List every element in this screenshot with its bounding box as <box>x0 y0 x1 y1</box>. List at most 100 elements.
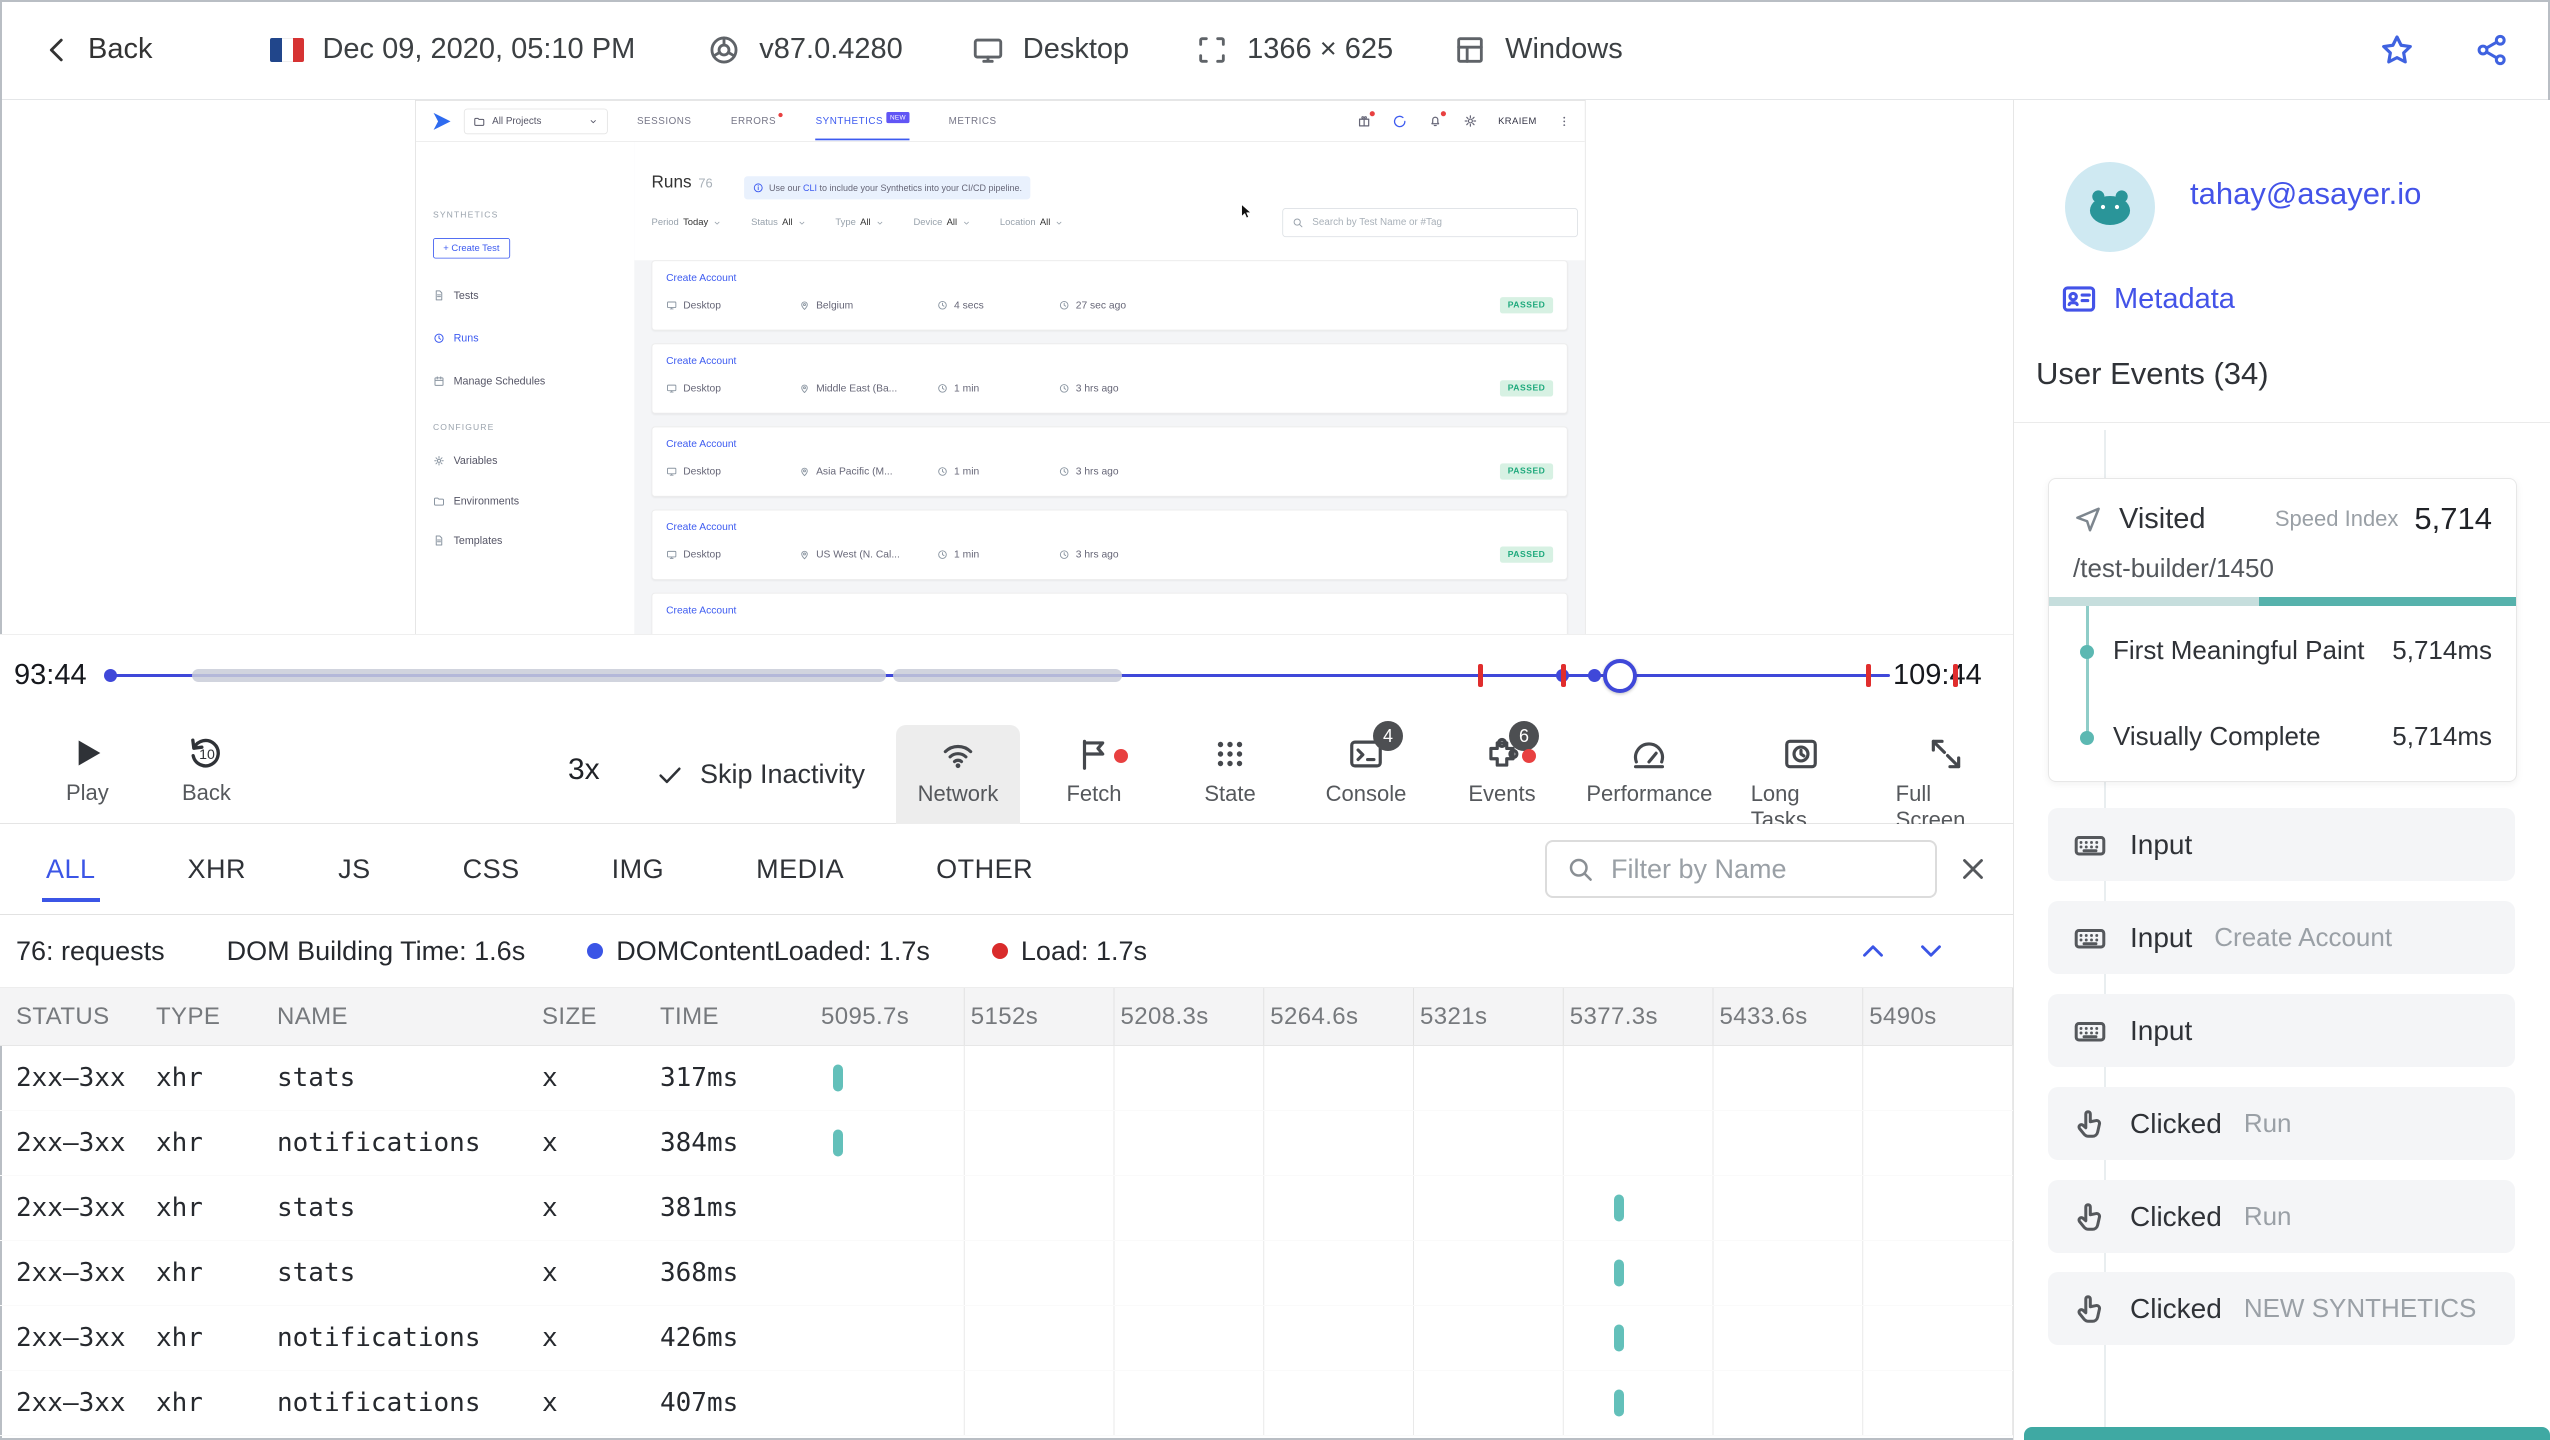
network-row[interactable]: 2xx–3xx xhr stats x 381ms <box>0 1176 2013 1241</box>
metric-row: First Meaningful Paint 5,714ms <box>2113 635 2492 665</box>
clock-icon <box>1059 382 1070 393</box>
filter-box <box>1545 840 1937 898</box>
replay-area: All Projects SESSIONS ERRORS SYNTHETICS N… <box>0 100 2013 635</box>
run-name-link: Create Account <box>666 354 737 367</box>
long-task-clock-icon <box>1782 735 1820 773</box>
resolution-info: 1366 × 625 <box>1195 33 1393 67</box>
back-10s-button[interactable]: Back <box>182 733 231 806</box>
metadata-button[interactable]: Metadata <box>2060 280 2235 318</box>
project-selector: All Projects <box>463 108 608 134</box>
clock-icon <box>1059 549 1070 560</box>
request-timing-bar <box>1614 1259 1625 1287</box>
chevron-down-icon <box>588 116 598 126</box>
app-logo-icon <box>430 109 454 133</box>
play-button[interactable]: Play <box>66 733 109 806</box>
click-hand-icon <box>2072 1291 2108 1327</box>
environments-icon <box>433 495 445 507</box>
recorded-app-sidebar: SYNTHETICS + Create Test Tests Runs Mana… <box>415 141 636 634</box>
tab-other[interactable]: OTHER <box>936 854 1033 885</box>
device-info: Desktop <box>971 33 1129 67</box>
recorded-app-navbar: All Projects SESSIONS ERRORS SYNTHETICS N… <box>415 101 1585 142</box>
user-avatar <box>2065 162 2155 252</box>
tab-js[interactable]: JS <box>338 854 371 885</box>
sidebar-item-runs: Runs <box>433 332 479 344</box>
monitor-icon <box>971 33 1005 67</box>
event-card-clicked[interactable]: Clicked Run <box>2048 1180 2515 1253</box>
requests-count: 76: requests <box>16 935 165 966</box>
jump-up-icon[interactable] <box>1856 934 1890 968</box>
pin-icon <box>799 466 810 477</box>
nav-synthetics: SYNTHETICS NEW <box>815 111 910 140</box>
clock-icon <box>937 549 948 560</box>
close-panel-icon[interactable] <box>1956 852 1990 886</box>
error-marker[interactable] <box>1561 664 1566 687</box>
event-card-input[interactable]: Input <box>2048 808 2515 881</box>
metrics-timeline-line <box>2086 606 2089 744</box>
visited-url: /test-builder/1450 <box>2073 553 2274 583</box>
hippo-avatar-icon <box>2082 179 2138 235</box>
tab-xhr[interactable]: XHR <box>188 854 247 885</box>
speed-index-value: 5,714 <box>2414 501 2492 536</box>
playhead-handle[interactable] <box>1603 659 1637 693</box>
user-email: tahay@asayer.io <box>2190 176 2422 211</box>
skip-inactivity-toggle[interactable]: Skip Inactivity <box>655 759 865 790</box>
visited-event-card[interactable]: Visited Speed Index 5,714 /test-builder/… <box>2048 478 2517 782</box>
request-timing-bar <box>1614 1389 1625 1417</box>
error-marker[interactable] <box>1478 664 1483 687</box>
event-card-clicked[interactable]: Clicked NEW SYNTHETICS <box>2048 1272 2515 1345</box>
dom-content-loaded: DOMContentLoaded: 1.7s <box>587 936 930 967</box>
navigate-arrow-icon <box>2073 504 2103 534</box>
next-event-card-peek[interactable] <box>2024 1427 2550 1440</box>
errors-dot <box>778 112 784 117</box>
sidebar-section-configure: CONFIGURE <box>432 423 495 433</box>
network-row[interactable]: 2xx–3xx xhr notifications x 407ms <box>0 1371 2013 1436</box>
current-time-label: 93:44 <box>14 659 87 691</box>
status-badge: PASSED <box>1499 546 1554 563</box>
network-row[interactable]: 2xx–3xx xhr notifications x 426ms <box>0 1306 2013 1371</box>
runs-filters: Period Today Status All Type All Device All … <box>652 217 1065 228</box>
sidebar-item-templates: Templates <box>433 534 502 546</box>
network-row[interactable]: 2xx–3xx xhr notifications x 384ms <box>0 1111 2013 1176</box>
back-button[interactable]: Back <box>40 33 152 67</box>
loading-spinner-icon <box>1392 113 1407 128</box>
session-replay-screen: Back Dec 09, 2020, 05:10 PM v87.0.4280 D… <box>0 0 2550 1440</box>
col-name: NAME <box>277 1002 348 1030</box>
runs-list: Create Account Desktop Belgium 4 secs 27… <box>651 260 1568 634</box>
events-alert-dot <box>1522 749 1536 763</box>
wifi-icon <box>939 735 977 773</box>
tab-css[interactable]: CSS <box>463 854 520 885</box>
tab-all[interactable]: ALL <box>42 854 100 902</box>
network-row[interactable]: 2xx–3xx xhr stats x 317ms <box>0 1046 2013 1111</box>
metric-row: Visually Complete 5,714ms <box>2113 721 2492 751</box>
timeline-track[interactable] <box>104 659 1890 693</box>
sidebar-item-tests: Tests <box>433 289 479 301</box>
favorite-star-icon[interactable] <box>2378 31 2416 69</box>
event-card-input[interactable]: Input <box>2048 994 2515 1067</box>
settings-gear-icon <box>1463 114 1478 129</box>
tab-media[interactable]: MEDIA <box>756 854 844 885</box>
run-name-link: Create Account <box>666 271 737 284</box>
speed-toggle[interactable]: 3x <box>568 753 600 787</box>
replay-viewport[interactable]: All Projects SESSIONS ERRORS SYNTHETICS N… <box>415 100 1586 634</box>
os-label: Windows <box>1505 33 1623 65</box>
filter-by-name-input[interactable] <box>1609 852 1917 886</box>
event-dot[interactable] <box>1588 669 1601 682</box>
status-badge: PASSED <box>1499 380 1554 397</box>
event-card-clicked[interactable]: Clicked Run <box>2048 1087 2515 1160</box>
visited-label: Visited <box>2119 502 2206 535</box>
clock-icon <box>937 299 948 310</box>
error-marker[interactable] <box>1953 664 1958 687</box>
error-marker[interactable] <box>1866 664 1871 687</box>
run-card: Create Account Desktop Belgium 4 secs 27… <box>651 260 1568 331</box>
event-card-input[interactable]: Input Create Account <box>2048 901 2515 974</box>
datetime-label: Dec 09, 2020, 05:10 PM <box>322 33 636 65</box>
speed-index-label: Speed Index <box>2274 506 2399 531</box>
console-count-badge: 4 <box>1373 721 1403 751</box>
templates-icon <box>433 534 445 546</box>
network-row[interactable]: 2xx–3xx xhr stats x 368ms <box>0 1241 2013 1306</box>
request-timing-bar <box>832 1064 843 1092</box>
tab-img[interactable]: IMG <box>612 854 665 885</box>
share-icon[interactable] <box>2474 32 2510 68</box>
new-badge: NEW <box>886 111 910 123</box>
jump-down-icon[interactable] <box>1914 934 1948 968</box>
